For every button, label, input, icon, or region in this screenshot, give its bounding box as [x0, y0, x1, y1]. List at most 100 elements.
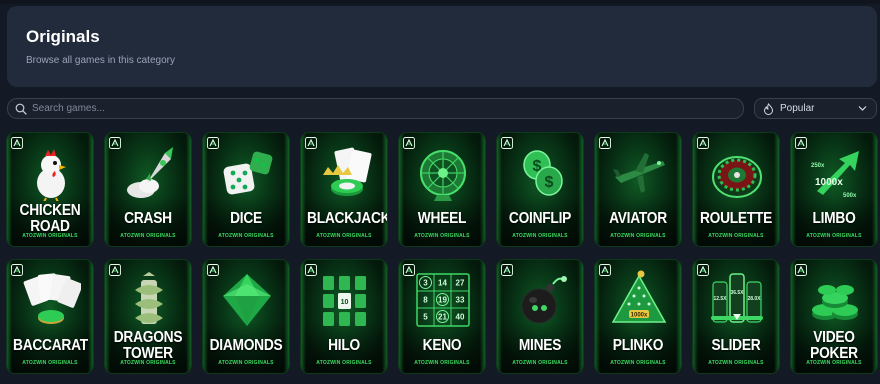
category-header: Originals Browse all games in this categ… — [7, 6, 877, 87]
game-title: AVIATOR — [601, 211, 675, 227]
card-edge-glow — [872, 133, 877, 246]
game-card-diamonds[interactable]: DIAMONDS ATOZWIN ORIGINALS — [202, 259, 290, 374]
card-edge-glow — [774, 133, 779, 246]
roulette-icon — [712, 156, 762, 198]
game-card-blackjack[interactable]: BLACKJACK ATOZWIN ORIGINALS — [300, 132, 388, 247]
game-title-line: AVIATOR — [609, 210, 667, 227]
game-subtitle: ATOZWIN ORIGINALS — [512, 233, 568, 239]
game-card-baccarat[interactable]: BACCARAT ATOZWIN ORIGINALS — [6, 259, 94, 374]
card-edge-glow — [88, 260, 93, 373]
game-title-line: SLIDER — [711, 337, 761, 354]
game-card-chicken-road[interactable]: CHICKEN ROAD ATOZWIN ORIGINALS — [6, 132, 94, 247]
game-title: COINFLIP — [503, 211, 577, 227]
game-subtitle: ATOZWIN ORIGINALS — [806, 233, 862, 239]
wheel-icon — [420, 150, 466, 201]
game-title: DICE — [209, 211, 283, 227]
game-card-hilo[interactable]: 10 HILO ATOZWIN ORIGINALS — [300, 259, 388, 374]
art-label: 19 — [438, 296, 447, 305]
game-subtitle: ATOZWIN ORIGINALS — [316, 360, 372, 366]
bomb-icon — [521, 276, 567, 324]
card-edge-glow — [7, 133, 12, 246]
game-card-limbo[interactable]: 250x 1000x 500x LIMBO ATOZWIN ORIGINALS — [790, 132, 878, 247]
art-label: 12.5X — [713, 296, 727, 302]
game-card-video-poker[interactable]: VIDEO POKER ATOZWIN ORIGINALS — [790, 259, 878, 374]
game-card-wheel[interactable]: WHEEL ATOZWIN ORIGINALS — [398, 132, 486, 247]
art-label: 21 — [438, 313, 447, 322]
dragon-tower-icon — [135, 272, 163, 324]
game-card-mines[interactable]: MINES ATOZWIN ORIGINALS — [496, 259, 584, 374]
game-title: LIMBO — [797, 211, 871, 227]
game-subtitle: ATOZWIN ORIGINALS — [218, 233, 274, 239]
cards-crown-icon — [323, 147, 372, 196]
game-title-line: CHICKEN — [19, 202, 81, 219]
card-edge-glow — [497, 133, 502, 246]
game-card-dice[interactable]: DICE ATOZWIN ORIGINALS — [202, 132, 290, 247]
card-edge-glow — [284, 133, 289, 246]
game-card-keno[interactable]: 3 14 27 8 19 33 5 21 40 KENO ATOZWIN ORIGINALS — [398, 259, 486, 374]
dice-icon — [223, 151, 273, 195]
game-card-crash[interactable]: CRASH ATOZWIN ORIGINALS — [104, 132, 192, 247]
game-title: HILO — [307, 338, 381, 354]
page-subtitle: Browse all games in this category — [26, 55, 175, 66]
card-edge-glow — [480, 133, 485, 246]
plane-icon — [613, 153, 665, 193]
game-subtitle: ATOZWIN ORIGINALS — [708, 233, 764, 239]
art-label: 1000x — [815, 177, 843, 188]
game-card-plinko[interactable]: 1000x PLINKO ATOZWIN ORIGINALS — [594, 259, 682, 374]
aces-icon — [23, 273, 81, 324]
plinko-icon: 1000x — [611, 270, 667, 323]
card-edge-glow — [693, 260, 698, 373]
rocket-icon — [127, 147, 173, 198]
game-subtitle: ATOZWIN ORIGINALS — [120, 360, 176, 366]
card-edge-glow — [88, 133, 93, 246]
search-bar[interactable] — [7, 98, 744, 119]
game-title: ROULETTE — [699, 211, 773, 227]
card-edge-glow — [578, 133, 583, 246]
game-title-line: CRASH — [124, 210, 172, 227]
art-label: 5 — [423, 313, 428, 322]
game-card-roulette[interactable]: ROULETTE ATOZWIN ORIGINALS — [692, 132, 780, 247]
game-subtitle: ATOZWIN ORIGINALS — [218, 360, 274, 366]
game-subtitle: ATOZWIN ORIGINALS — [22, 233, 78, 239]
art-label: 10 — [341, 299, 349, 306]
game-subtitle: ATOZWIN ORIGINALS — [610, 360, 666, 366]
card-edge-glow — [399, 260, 404, 373]
game-card-aviator[interactable]: AVIATOR ATOZWIN ORIGINALS — [594, 132, 682, 247]
game-title-line: KENO — [422, 337, 462, 354]
slider-icon: 12.5X36.5X28.0X — [711, 273, 763, 323]
game-title-line: ROULETTE — [699, 210, 773, 227]
svg-text:$: $ — [545, 174, 554, 191]
card-edge-glow — [480, 260, 485, 373]
card-edge-glow — [203, 133, 208, 246]
game-card-slider[interactable]: 12.5X 36.5X 28.0X SLIDER ATOZWIN ORIGINALS — [692, 259, 780, 374]
game-title-line: VIDEO — [813, 329, 855, 346]
card-edge-glow — [284, 260, 289, 373]
game-title-line: BLACKJACK — [307, 210, 388, 227]
art-label: 8 — [423, 296, 428, 305]
game-card-coinflip[interactable]: $ $ COINFLIP ATOZWIN ORIGINALS — [496, 132, 584, 247]
game-card-dragons-tower[interactable]: DRAGONS TOWER ATOZWIN ORIGINALS — [104, 259, 192, 374]
art-label: 3 — [423, 279, 428, 288]
card-edge-glow — [105, 133, 110, 246]
game-subtitle: ATOZWIN ORIGINALS — [414, 360, 470, 366]
page-title: Originals — [26, 27, 100, 46]
game-title-line: DIAMONDS — [209, 337, 283, 354]
game-title: BACCARAT — [13, 337, 88, 354]
game-subtitle: ATOZWIN ORIGINALS — [512, 360, 568, 366]
search-input[interactable] — [32, 101, 732, 116]
game-subtitle: ATOZWIN ORIGINALS — [316, 233, 372, 239]
card-edge-glow — [791, 133, 796, 246]
card-edge-glow — [186, 133, 191, 246]
art-label: 28.0X — [747, 296, 761, 302]
game-title: KENO — [405, 338, 479, 354]
card-edge-glow — [186, 260, 191, 373]
sort-dropdown[interactable]: Popular — [754, 98, 877, 119]
game-title-line: PLINKO — [612, 337, 664, 354]
chips-icon — [812, 285, 858, 320]
game-title-line: MINES — [518, 337, 562, 354]
card-edge-glow — [872, 260, 877, 373]
game-title-line: WHEEL — [417, 210, 467, 227]
games-grid: CHICKEN ROAD ATOZWIN ORIGINALS CRASH ATOZWIN… — [6, 132, 878, 384]
game-title-line: BACCARAT — [13, 337, 88, 354]
card-edge-glow — [595, 260, 600, 373]
